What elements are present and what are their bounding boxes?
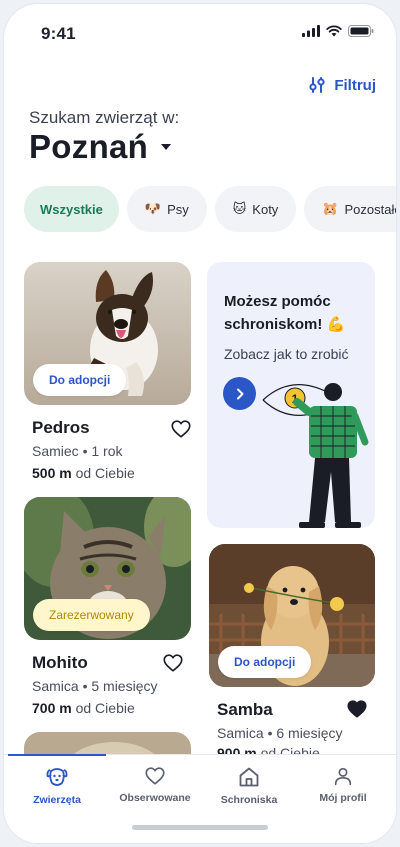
heart-icon bbox=[145, 767, 165, 785]
favorite-heart-filled-icon[interactable] bbox=[346, 698, 368, 720]
pet-name: Samba bbox=[217, 700, 273, 719]
caret-down-icon bbox=[161, 144, 172, 150]
favorite-heart-icon[interactable] bbox=[162, 652, 184, 674]
promo-title: Możesz pomóc schroniskom! 💪 bbox=[224, 290, 364, 336]
home-indicator bbox=[132, 825, 268, 830]
pet-distance: 500 m od Ciebie bbox=[32, 465, 135, 481]
pet-card-photo[interactable]: Do adopcji bbox=[24, 262, 191, 405]
cellular-signal-icon bbox=[302, 25, 320, 37]
tab-label: Schroniska bbox=[220, 794, 278, 806]
promo-title-text: Możesz pomóc schroniskom! bbox=[224, 293, 331, 333]
status-time: 9:41 bbox=[41, 24, 76, 43]
pet-meta: Samica • 5 miesięcy bbox=[32, 678, 158, 694]
chip-all[interactable]: Wszystkie bbox=[24, 186, 119, 232]
category-chips: Wszystkie 🐶 Psy 🐱 Koty 🐹 Pozostałe bbox=[24, 186, 396, 232]
tab-label: Mój profil bbox=[319, 792, 367, 804]
tab-label: Zwierzęta bbox=[33, 794, 81, 806]
pet-distance: 700 m od Ciebie bbox=[32, 700, 135, 716]
cat-emoji-icon: 🐱 bbox=[232, 201, 247, 216]
tab-shelters[interactable]: Schroniska bbox=[200, 765, 298, 806]
chip-cats[interactable]: 🐱 Koty bbox=[214, 186, 297, 232]
chip-label: Pozostałe bbox=[344, 201, 397, 217]
pet-name: Pedros bbox=[32, 418, 90, 437]
distance-value: 500 m bbox=[32, 465, 72, 481]
tab-profile[interactable]: Mój profil bbox=[294, 765, 392, 804]
distance-value: 700 m bbox=[32, 700, 72, 716]
status-badge: Zarezerwowany bbox=[33, 599, 150, 631]
chip-label: Wszystkie bbox=[40, 201, 103, 217]
house-icon bbox=[239, 767, 259, 787]
chip-dogs[interactable]: 🐶 Psy bbox=[126, 186, 207, 232]
location-subtitle: Szukam zwierząt w: bbox=[29, 108, 180, 127]
city-selector[interactable]: Poznań bbox=[29, 128, 172, 166]
tab-watched[interactable]: Obserwowane bbox=[106, 765, 204, 804]
volunteer-illustration: 1 bbox=[262, 383, 369, 528]
hamster-emoji-icon: 🐹 bbox=[322, 201, 339, 216]
pet-meta: Samiec • 1 rok bbox=[32, 443, 123, 459]
distance-suffix: od Ciebie bbox=[75, 465, 135, 481]
filter-label: Filtruj bbox=[334, 76, 376, 94]
tab-label: Obserwowane bbox=[119, 792, 191, 804]
dog-emoji-icon: 🐶 bbox=[144, 201, 162, 216]
promo-card[interactable]: Możesz pomóc schroniskom! 💪 Zobacz jak t… bbox=[207, 262, 375, 528]
status-badge: Do adopcji bbox=[33, 364, 127, 396]
dog-face-icon bbox=[46, 768, 68, 786]
chip-label: Koty bbox=[252, 201, 279, 217]
person-icon bbox=[334, 767, 352, 786]
chevron-right-icon bbox=[236, 388, 243, 399]
tab-animals[interactable]: Zwierzęta bbox=[8, 765, 106, 806]
wifi-icon bbox=[326, 25, 342, 37]
chip-label: Psy bbox=[167, 201, 189, 217]
app-screen: 9:41 Filtruj Szukam zwierząt w: Poznań W… bbox=[4, 4, 396, 843]
status-bar: 9:41 bbox=[4, 4, 396, 60]
promo-arrow-button[interactable] bbox=[223, 377, 256, 410]
pet-name: Mohito bbox=[32, 653, 88, 672]
city-name: Poznań bbox=[29, 128, 149, 165]
battery-icon bbox=[348, 25, 374, 37]
active-tab-indicator bbox=[8, 754, 106, 756]
favorite-heart-icon[interactable] bbox=[170, 418, 192, 440]
promo-subtitle: Zobacz jak to zrobić bbox=[224, 346, 349, 362]
flexed-biceps-emoji-icon: 💪 bbox=[326, 316, 346, 333]
pet-meta: Samica • 6 miesięcy bbox=[217, 725, 343, 741]
pet-card-photo[interactable]: Zarezerwowany bbox=[24, 497, 191, 640]
distance-suffix: od Ciebie bbox=[75, 700, 135, 716]
status-badge: Do adopcji bbox=[218, 646, 312, 678]
sliders-icon bbox=[309, 77, 325, 93]
filter-button[interactable]: Filtruj bbox=[308, 76, 376, 94]
pet-card-photo[interactable]: Do adopcji bbox=[209, 544, 375, 687]
chip-other[interactable]: 🐹 Pozostałe bbox=[304, 186, 396, 232]
status-icons bbox=[302, 25, 374, 37]
